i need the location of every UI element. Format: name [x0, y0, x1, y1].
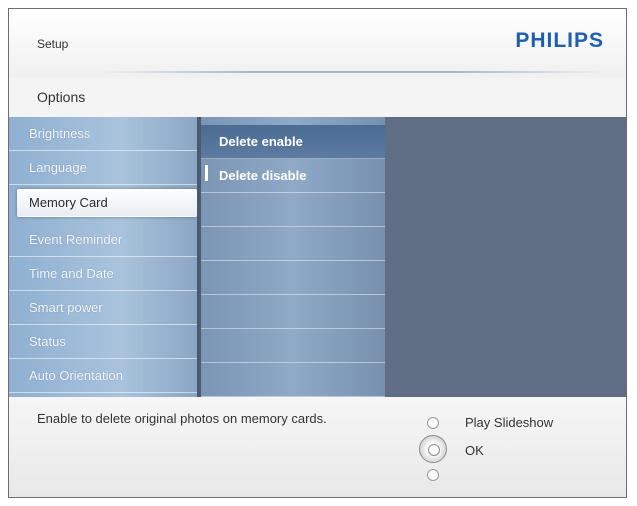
menu-item-brightness[interactable]: Brightness [9, 117, 197, 151]
menu-item-event-reminder[interactable]: Event Reminder [9, 223, 197, 257]
submenu-empty-row [201, 295, 385, 329]
help-description: Enable to delete original photos on memo… [37, 411, 327, 426]
hint-ok: OK [465, 443, 484, 458]
nav-up-icon [427, 417, 439, 429]
submenu: Delete enable Delete disable [201, 117, 385, 397]
footer: Enable to delete original photos on memo… [9, 397, 626, 497]
section-title: Options [37, 89, 86, 105]
nav-down-icon [427, 469, 439, 481]
main-menu: Brightness Language Memory Card Event Re… [9, 117, 197, 397]
menu-item-auto-orientation[interactable]: Auto Orientation [9, 359, 197, 393]
section-bar: Options [9, 79, 626, 118]
hint-play-slideshow: Play Slideshow [465, 415, 554, 430]
nav-ok-icon [419, 435, 447, 463]
submenu-empty-row [201, 261, 385, 295]
submenu-empty-row [201, 227, 385, 261]
header-divider [99, 71, 606, 73]
submenu-item-delete-disable[interactable]: Delete disable [201, 159, 385, 193]
menu-area: Brightness Language Memory Card Event Re… [9, 117, 626, 397]
screen-title: Setup [37, 37, 69, 51]
submenu-empty-row [201, 363, 385, 397]
menu-item-smart-power[interactable]: Smart power [9, 291, 197, 325]
menu-item-language[interactable]: Language [9, 151, 197, 185]
header: Setup PHILIPS [9, 9, 626, 77]
menu-item-status[interactable]: Status [9, 325, 197, 359]
photo-frame-screen: Setup PHILIPS Options Brightness Languag… [8, 8, 627, 498]
menu-item-time-and-date[interactable]: Time and Date [9, 257, 197, 291]
selection-cursor [205, 165, 208, 181]
submenu-item-delete-enable[interactable]: Delete enable [201, 125, 385, 159]
brand-logo: PHILIPS [515, 29, 604, 52]
submenu-empty-row [201, 329, 385, 363]
submenu-empty-row [201, 193, 385, 227]
menu-item-memory-card[interactable]: Memory Card [17, 189, 197, 217]
